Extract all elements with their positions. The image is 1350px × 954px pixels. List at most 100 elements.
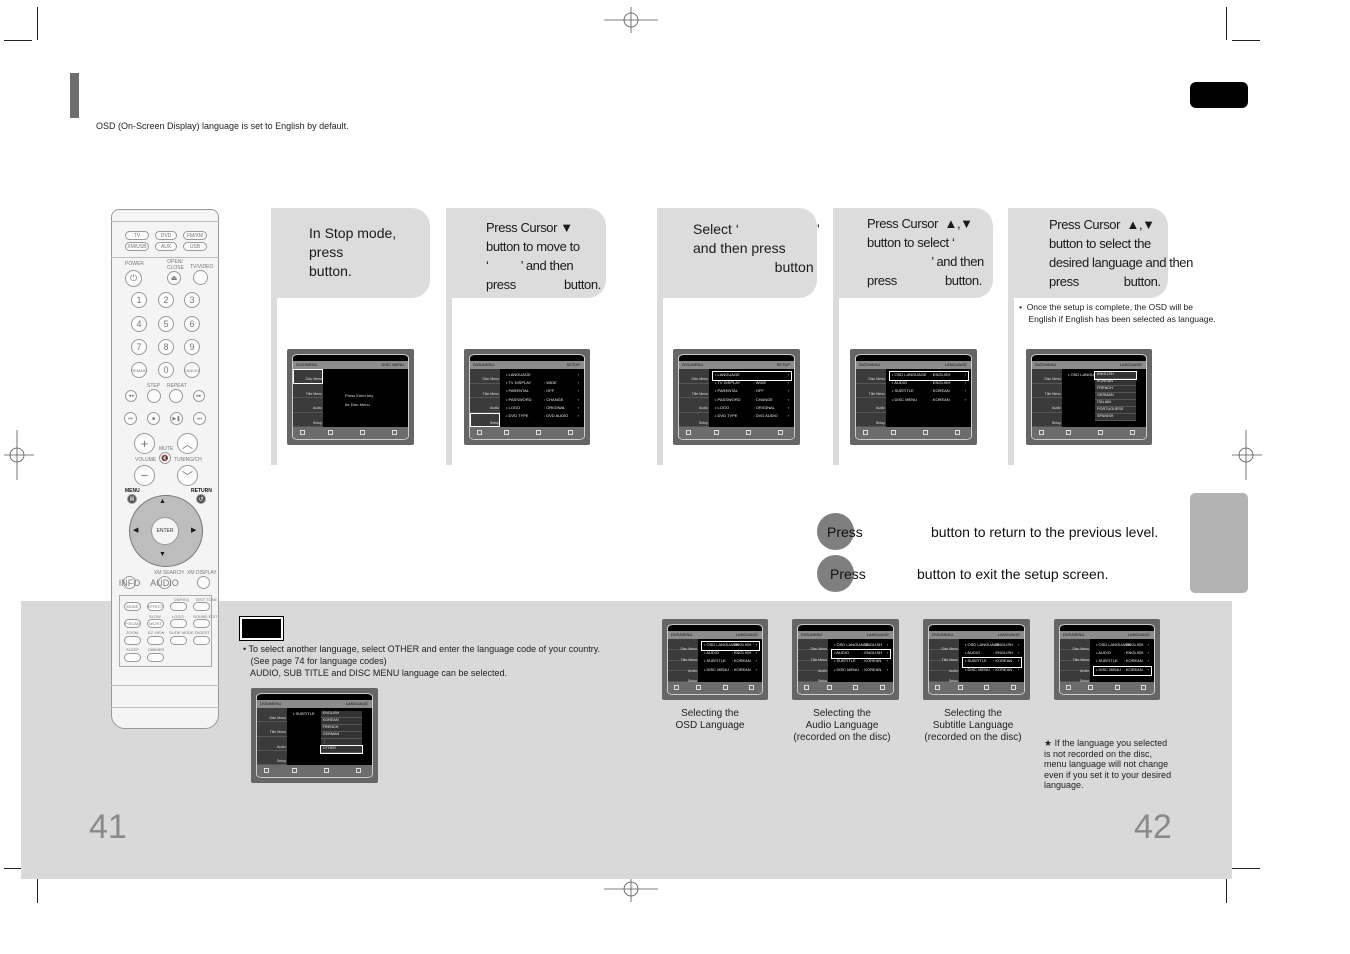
screen-sidebar-item: Setup: [470, 412, 500, 427]
tv-screen: DVD/MENU SETUP Disc Menu Title Menu Audio Set…: [464, 349, 590, 445]
screen-menu-cell: ›: [886, 642, 888, 647]
left-arrow-icon[interactable]: ◀: [133, 526, 138, 534]
digit-button[interactable]: 8: [158, 339, 174, 355]
eject-icon[interactable]: ⏏: [167, 271, 181, 285]
step-instruction: In Stop mode, press button.: [309, 225, 397, 279]
remote-tv-button[interactable]: TV: [125, 231, 149, 240]
down-arrow-icon[interactable]: ▼: [159, 551, 166, 558]
digit-button[interactable]: 0: [158, 362, 174, 378]
screen-header-left: DVD/MENU: [801, 632, 823, 637]
tuning-down-icon[interactable]: ﹀: [177, 465, 198, 486]
digit-button[interactable]: 9: [184, 339, 200, 355]
digit-button[interactable]: REMAIN: [131, 362, 147, 378]
screen-sidebar: Disc MenuTitle MenuAudioSetup: [1032, 369, 1062, 427]
repeat-button[interactable]: [169, 389, 183, 403]
crop-mark: [1226, 876, 1227, 903]
digit-button[interactable]: 1: [131, 292, 147, 308]
screen-menu-cell: ›: [1147, 666, 1149, 672]
footer-icon: [685, 430, 691, 435]
function-key-button[interactable]: [147, 653, 164, 662]
tuning-up-icon[interactable]: ︿: [177, 433, 198, 454]
screen-menu-cell: ›: [577, 412, 579, 418]
remote-usb-button[interactable]: USB: [183, 242, 207, 251]
xm-search-label: XM SEARCH: [154, 570, 184, 576]
stop-icon[interactable]: ■: [147, 412, 160, 425]
footer-icon: [359, 430, 365, 435]
function-key-label: DIMMER: [148, 647, 165, 652]
screen-menu-cell: • PARENTAL: [506, 388, 530, 394]
screen-menu-cell: : ENGLISH: [930, 380, 951, 386]
screen-menu-rows: • OSD LANGUAGE: ENGLISH › • AUDIO: ENGLISH…: [889, 370, 969, 405]
mute-icon[interactable]: 🔇: [159, 452, 171, 464]
tv-video-button[interactable]: [193, 270, 208, 285]
step-button[interactable]: [147, 389, 161, 403]
power-icon[interactable]: ⏻: [125, 270, 142, 287]
function-key-button[interactable]: [193, 636, 210, 645]
tv-display: DVD/MENU LANGUAGE Disc Menu Title Menu Audio…: [256, 693, 373, 778]
digit-button[interactable]: 6: [184, 316, 200, 332]
next-icon[interactable]: ⏭: [193, 412, 206, 425]
previous-icon[interactable]: ⏮: [124, 412, 137, 425]
play-pause-icon[interactable]: ▶❚: [170, 412, 183, 425]
remote-xmusb-button[interactable]: XM/USB: [125, 242, 149, 251]
digit-button[interactable]: 2: [158, 292, 174, 308]
remote-dvd-button[interactable]: DVD: [155, 231, 177, 240]
function-key-button[interactable]: [124, 653, 141, 662]
function-key-button[interactable]: P.SCAN: [124, 619, 141, 628]
caption-osd: Selecting the OSD Language: [675, 708, 745, 731]
subtitle-button[interactable]: [197, 576, 210, 589]
enter-button[interactable]: ENTER: [151, 517, 179, 545]
screen-menu-rows: • OSD LANGUAGE: ENGLISH › • AUDIO: ENGLISH…: [701, 640, 760, 675]
function-key-button[interactable]: [124, 636, 141, 645]
screen-menu-cell: ›: [1147, 658, 1149, 664]
footer-icon: [922, 430, 928, 435]
screen-sidebar-item: Disc Menu: [470, 369, 500, 384]
step-instruction: Press Cursor ▲,▼ button to select the de…: [1049, 217, 1193, 289]
language-option: GERMAN: [320, 732, 362, 739]
digit-button[interactable]: 4: [131, 316, 147, 332]
screen-menu-cell: : KOREAN: [731, 658, 751, 664]
screen-header-right: LANGUAGE: [944, 362, 967, 367]
digit-button[interactable]: 7: [131, 339, 147, 355]
screen-menu-cell: ›: [755, 642, 757, 647]
screen-menu-cell: ›: [577, 404, 579, 410]
screen-header: DVD/MENU LANGUAGE: [798, 631, 893, 639]
function-key-button[interactable]: [170, 636, 187, 645]
digit-button[interactable]: CANCEL: [184, 362, 200, 378]
right-arrow-icon[interactable]: ▶: [191, 526, 196, 534]
footer-icon: [1098, 430, 1104, 435]
language-option-list: ENGLISH KOREAN FRENCH GERMAN ⋮ OTHER: [319, 711, 364, 754]
footer-icon: [713, 430, 719, 435]
screen-sidebar-item: Title Menu: [798, 649, 828, 662]
function-key-button[interactable]: [170, 602, 187, 611]
info-button[interactable]: INFO: [119, 576, 140, 589]
remote-aux-button[interactable]: AUX: [155, 242, 177, 251]
function-key-button[interactable]: MO/ST: [147, 619, 164, 628]
skip-forward-icon[interactable]: ▸▸: [193, 390, 205, 402]
audio-button[interactable]: AUDIO: [150, 576, 179, 589]
remote-fmxm-button[interactable]: FM/XM: [183, 231, 207, 240]
screen-menu-cell: ›: [964, 388, 966, 394]
menu-button[interactable]: ▤: [127, 494, 137, 504]
up-arrow-icon[interactable]: ▲: [159, 498, 166, 505]
digit-button[interactable]: 5: [158, 316, 174, 332]
return-button[interactable]: ↺: [196, 494, 206, 504]
skip-back-icon[interactable]: ◂◂: [125, 390, 137, 402]
screen-header: DVD/MENU SETUP: [470, 361, 584, 369]
footer-icon: [673, 685, 679, 690]
screen-sidebar: Disc MenuTitle MenuAudioSetup: [257, 708, 287, 765]
screen-menu-cell: • AUDIO: [892, 380, 907, 386]
digit-button[interactable]: 3: [184, 292, 200, 308]
screen-menu-cell: • DISC MENU: [1096, 666, 1121, 672]
function-key-button[interactable]: [193, 619, 210, 628]
screen-header-right: LANGUAGE: [345, 701, 368, 706]
screen-menu-row: • LANGUAGE ›: [712, 370, 792, 382]
screen-sidebar-item: Audio: [856, 398, 886, 413]
function-key-button[interactable]: EFFECT: [147, 602, 164, 611]
function-key-button[interactable]: MODE: [124, 602, 141, 611]
function-key-button[interactable]: [193, 602, 210, 611]
volume-up-icon[interactable]: +: [134, 433, 155, 454]
function-key-button[interactable]: [147, 636, 164, 645]
volume-down-icon[interactable]: −: [134, 465, 155, 486]
function-key-button[interactable]: [170, 619, 187, 628]
